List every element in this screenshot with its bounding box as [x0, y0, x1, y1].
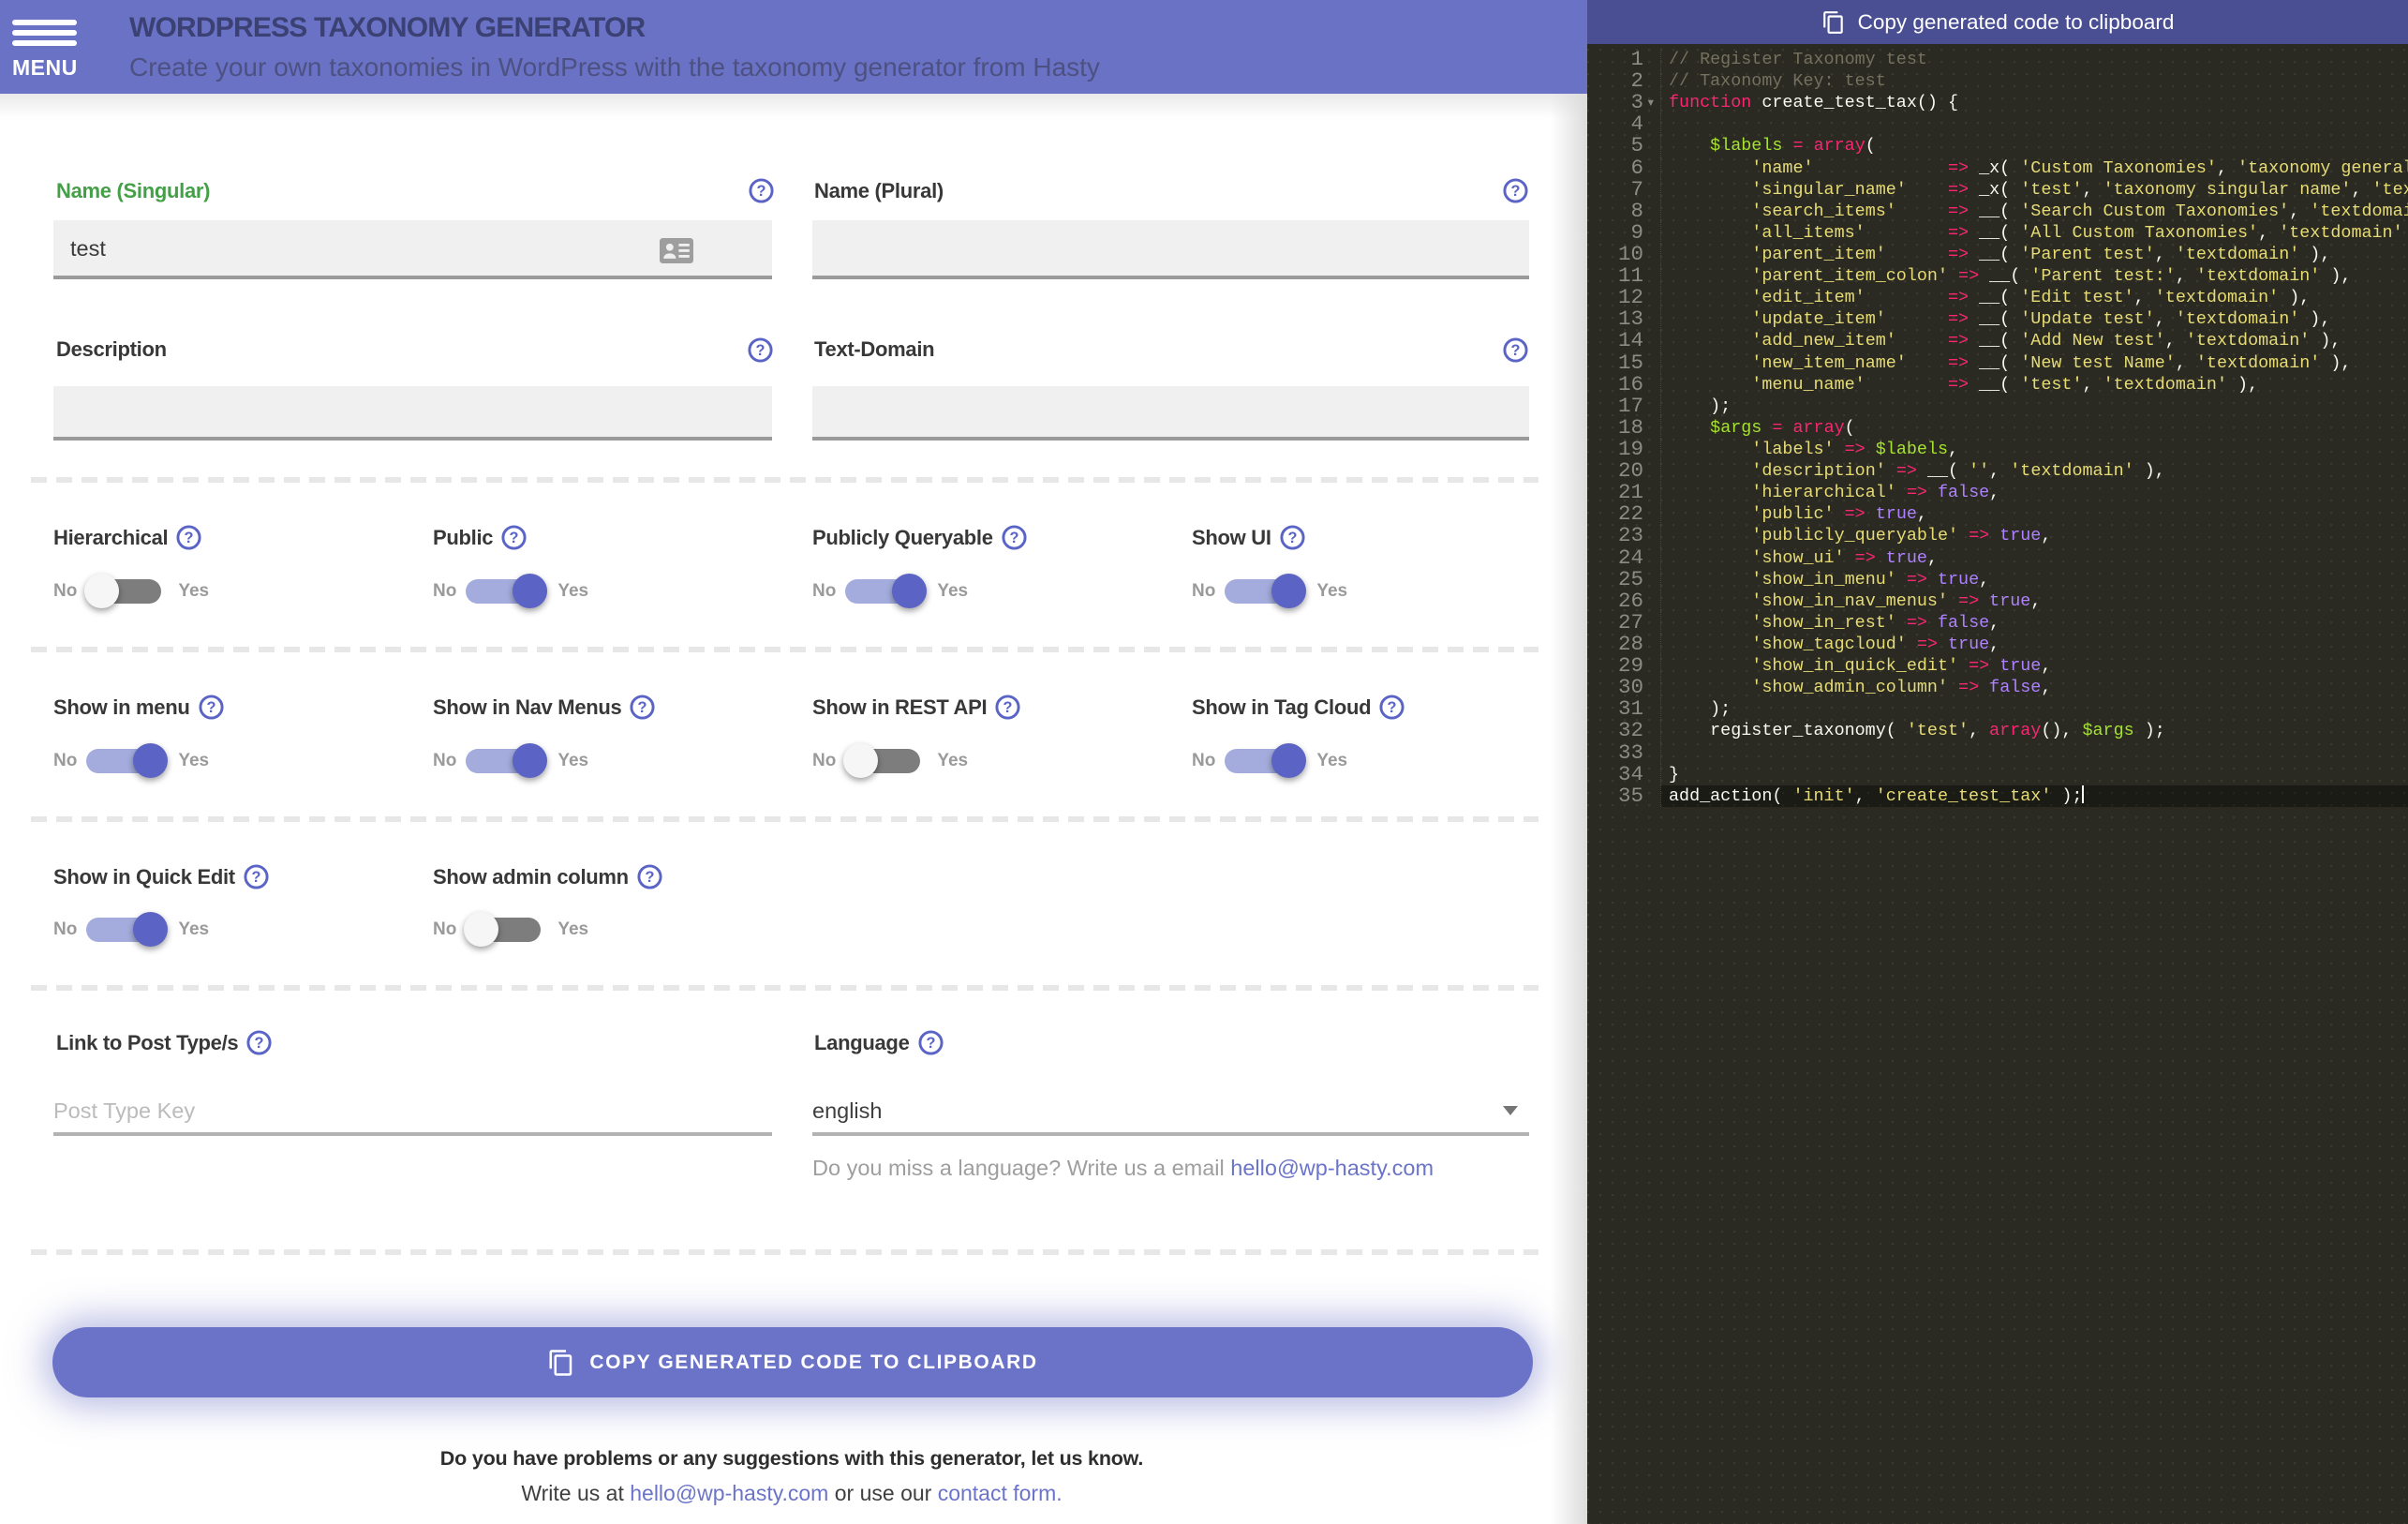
svg-text:?: ? [1511, 183, 1521, 200]
svg-text:?: ? [645, 869, 654, 886]
svg-text:?: ? [757, 183, 766, 200]
svg-text:?: ? [510, 530, 519, 546]
svg-text:?: ? [926, 1035, 935, 1052]
svg-text:?: ? [255, 1035, 264, 1052]
svg-text:?: ? [185, 530, 194, 546]
svg-text:?: ? [251, 869, 260, 886]
svg-text:?: ? [1009, 530, 1018, 546]
svg-text:?: ? [1003, 699, 1013, 716]
svg-text:?: ? [1287, 530, 1297, 546]
svg-text:?: ? [638, 699, 647, 716]
svg-text:?: ? [1511, 342, 1521, 359]
svg-text:?: ? [1388, 699, 1397, 716]
svg-text:?: ? [756, 342, 766, 359]
svg-text:?: ? [206, 699, 216, 716]
